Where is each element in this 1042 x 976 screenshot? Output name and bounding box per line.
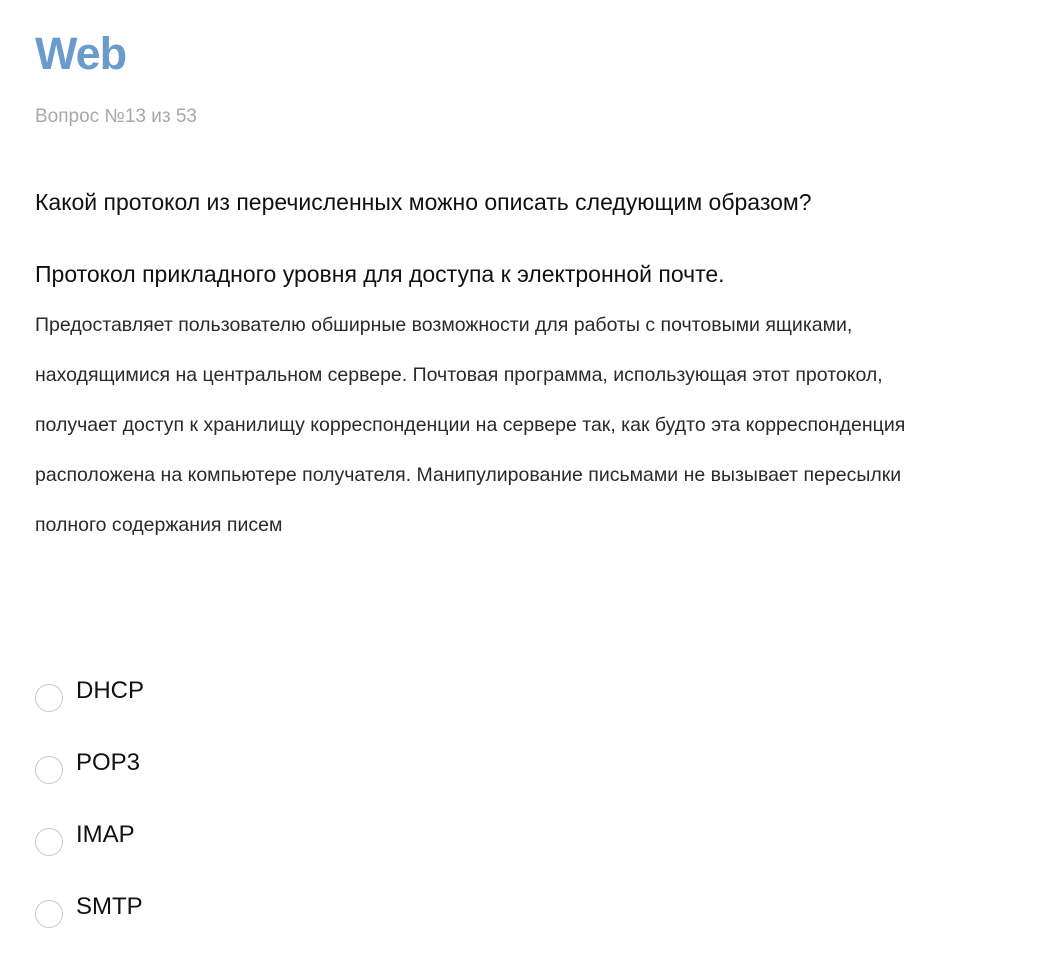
answer-option-label: DHCP [76, 677, 145, 704]
answer-option-dhcp[interactable]: DHCP [35, 655, 535, 727]
question-description: Предоставляет пользователю обширные возм… [35, 314, 906, 536]
radio-button[interactable] [35, 900, 63, 928]
question-counter: Вопрос №13 из 53 [35, 106, 197, 127]
answer-option-imap[interactable]: IMAP [35, 799, 535, 871]
answer-option-label: SMTP [76, 893, 143, 920]
radio-button[interactable] [35, 756, 63, 784]
radio-button[interactable] [35, 684, 63, 712]
question-text: Какой протокол из перечисленных можно оп… [35, 189, 812, 215]
answer-options: DHCP POP3 IMAP SMTP [35, 655, 535, 943]
page-title: Web [35, 28, 127, 79]
answer-option-pop3[interactable]: POP3 [35, 727, 535, 799]
radio-button[interactable] [35, 828, 63, 856]
answer-option-label: IMAP [76, 821, 135, 848]
answer-option-smtp[interactable]: SMTP [35, 871, 535, 943]
question-subheading: Протокол прикладного уровня для доступа … [35, 261, 725, 287]
answer-option-label: POP3 [76, 749, 141, 776]
